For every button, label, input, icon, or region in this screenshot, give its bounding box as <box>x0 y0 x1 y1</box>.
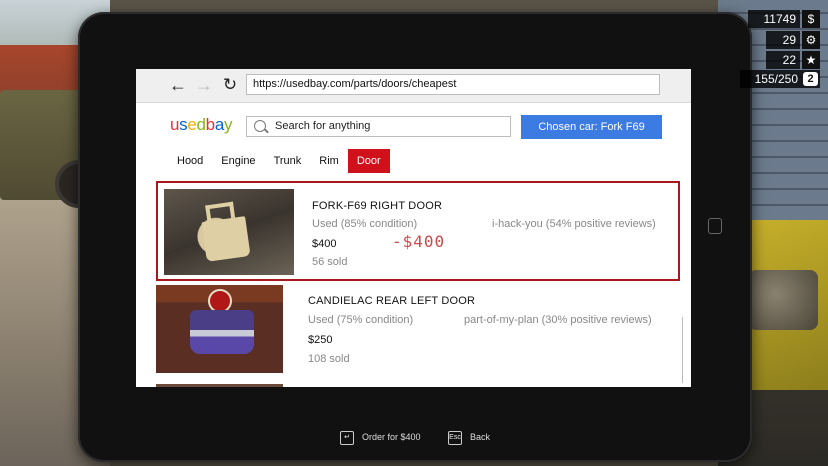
category-tabs: Hood Engine Trunk Rim Door <box>168 149 390 173</box>
reload-icon[interactable]: ↻ <box>219 75 241 95</box>
listing-item[interactable]: FORK-F69 RIGHT DOOR Used (85% condition)… <box>156 181 680 281</box>
address-bar[interactable]: https://usedbay.com/parts/doors/cheapest <box>246 74 660 95</box>
tab-engine[interactable]: Engine <box>212 149 264 173</box>
hud-inventory: 155/250 2 <box>740 70 820 88</box>
listing-sold-count: 108 sold <box>308 353 350 365</box>
back-arrow-icon[interactable]: ← <box>167 75 189 95</box>
listing-seller: part-of-my-plan (30% positive reviews) <box>464 314 652 326</box>
listing-title: FORK-F69 RIGHT DOOR <box>312 200 443 212</box>
listing-price: $400 <box>312 238 337 250</box>
tab-trunk[interactable]: Trunk <box>265 149 311 173</box>
listing-item[interactable]: CANDIELAC REAR LEFT DOOR Used (75% condi… <box>156 282 680 382</box>
usedbay-logo[interactable]: usedbay <box>170 115 232 135</box>
scrollbar[interactable] <box>682 317 683 383</box>
search-placeholder: Search for anything <box>275 120 371 132</box>
search-input[interactable]: Search for anything <box>246 116 511 137</box>
tablet-home-button[interactable] <box>708 218 722 234</box>
hud-tools: 29 ⚙ <box>748 31 820 49</box>
order-hint-label: Order for $400 <box>362 432 421 442</box>
back-hint[interactable]: Esc Back <box>448 430 490 445</box>
tablet-screen: ← → ↻ https://usedbay.com/parts/doors/ch… <box>136 69 691 387</box>
esc-key-icon: Esc <box>448 430 462 445</box>
dollar-icon: $ <box>802 10 820 28</box>
order-hint[interactable]: ↵ Order for $400 <box>340 430 421 445</box>
tab-hood[interactable]: Hood <box>168 149 212 173</box>
listing-title: CANDIELAC REAR LEFT DOOR <box>308 295 476 307</box>
next-listing-peek <box>156 384 283 387</box>
part-thumbnail <box>156 285 283 373</box>
stars-value: 22 <box>766 51 800 69</box>
hud-stars: 22 ★ <box>748 51 820 69</box>
money-value: 11749 <box>748 10 800 28</box>
listing-condition: Used (85% condition) <box>312 218 418 230</box>
enter-key-icon: ↵ <box>340 430 354 445</box>
forward-arrow-icon[interactable]: → <box>193 75 215 95</box>
star-icon: ★ <box>802 51 820 69</box>
back-hint-label: Back <box>470 432 491 442</box>
tab-door[interactable]: Door <box>347 149 390 173</box>
listing-condition: Used (75% condition) <box>308 314 414 326</box>
hud-money: 11749 $ <box>748 10 820 28</box>
part-thumbnail <box>164 189 294 275</box>
listing-sold-count: 56 sold <box>312 256 348 268</box>
chosen-car-button[interactable]: Chosen car: Fork F69 <box>521 115 662 139</box>
tools-icon: ⚙ <box>802 31 820 49</box>
price-change-indicator: -$400 <box>392 232 446 251</box>
search-icon <box>254 120 266 132</box>
tab-rim[interactable]: Rim <box>310 149 348 173</box>
listing-seller: i-hack-you (54% positive reviews) <box>492 218 656 230</box>
listing-price: $250 <box>308 334 333 346</box>
browser-toolbar: ← → ↻ https://usedbay.com/parts/doors/ch… <box>136 69 691 103</box>
tools-value: 29 <box>766 31 800 49</box>
inventory-icon: 2 <box>803 72 818 86</box>
